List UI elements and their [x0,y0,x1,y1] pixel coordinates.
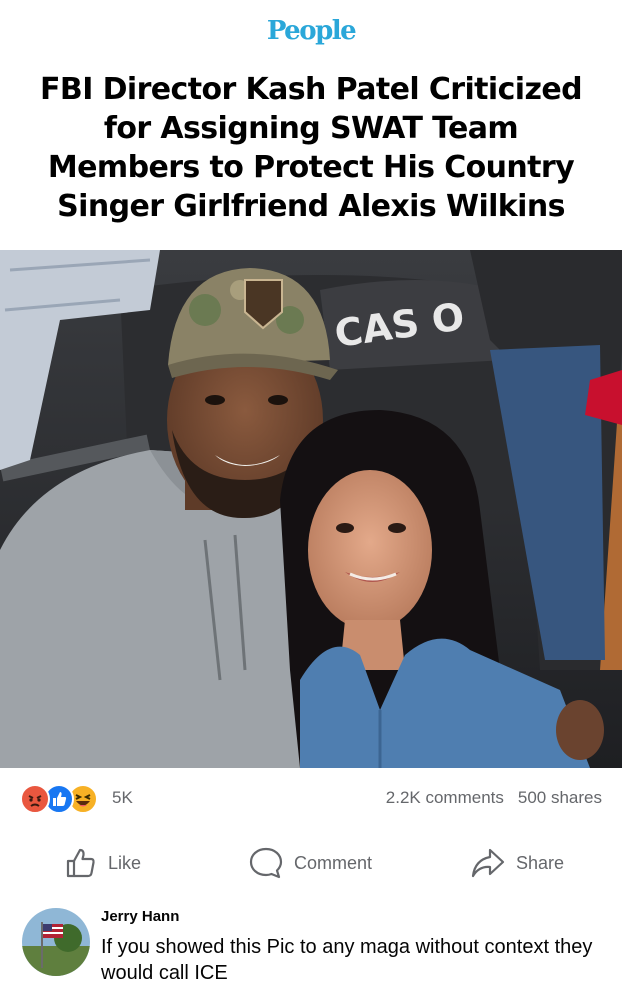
like-label: Like [108,852,142,873]
article-header: People FBI Director Kash Patel Criticize… [0,0,622,250]
comment-count[interactable]: 2.2K comments [386,788,504,807]
article-headline[interactable]: FBI Director Kash Patel Criticized for A… [30,70,592,226]
comment-text: If you showed this Pic to any maga witho… [101,936,593,984]
share-label: Share [516,852,565,873]
reactions-summary[interactable]: 5K 2.2K comments 500 shares [0,768,622,830]
share-button[interactable]: Share [470,844,564,882]
people-logo: People [266,16,357,46]
like-button[interactable]: Like [64,844,141,882]
speech-bubble-icon [249,847,283,879]
share-count[interactable]: 500 shares [518,788,602,807]
commenter-avatar[interactable] [22,908,90,976]
thumbs-up-icon [66,848,95,878]
post-action-bar: Like Comment Share [0,830,622,896]
comment-item: Jerry Hann If you showed this Pic to any… [0,896,622,1000]
comment-button[interactable]: Comment [248,844,372,882]
comment-author[interactable]: Jerry Hann [101,908,179,925]
share-arrow-icon [471,848,505,878]
reaction-icons[interactable] [20,784,110,814]
angry-icon [20,784,50,814]
post-stats: 2.2K comments 500 shares [386,788,602,808]
comment-label: Comment [294,852,373,873]
reaction-count[interactable]: 5K [112,788,133,808]
article-photo[interactable]: CAS O [0,250,622,768]
